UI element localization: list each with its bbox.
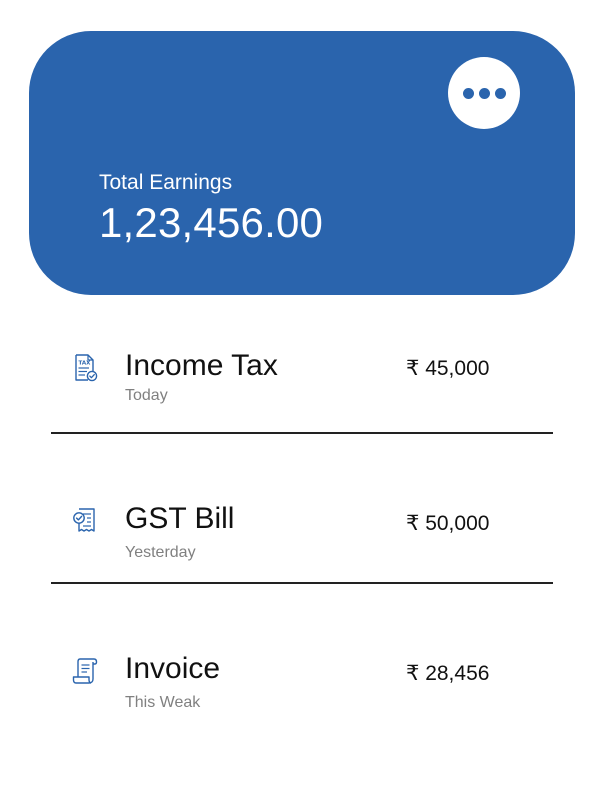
transaction-title: GST Bill [125, 502, 235, 535]
total-earnings-card: Total Earnings 1,23,456.00 [29, 31, 575, 295]
svg-text:TAX: TAX [79, 361, 92, 367]
transaction-amount: ₹ 28,456 [406, 662, 490, 685]
more-options-icon [462, 87, 474, 99]
transaction-item-gst-bill[interactable]: GST Bill Yesterday ₹ 50,000 [0, 498, 603, 588]
more-options-icon-dot [478, 87, 490, 99]
earnings-screen: Total Earnings 1,23,456.00 TAX Income Ta… [0, 0, 603, 800]
more-options-button[interactable] [448, 57, 520, 129]
divider [51, 432, 553, 434]
transaction-title: Income Tax [125, 349, 278, 382]
more-options-icon-dot [494, 87, 506, 99]
bill-document-icon [73, 508, 95, 532]
transaction-date: Today [125, 387, 168, 404]
transaction-amount: ₹ 45,000 [406, 357, 490, 380]
total-earnings-label: Total Earnings [99, 171, 233, 194]
invoice-scroll-icon [72, 658, 98, 684]
transaction-date: This Weak [125, 694, 201, 711]
transaction-item-invoice[interactable]: Invoice This Weak ₹ 28,456 [0, 648, 603, 738]
transaction-item-income-tax[interactable]: TAX Income Tax Today ₹ 45,000 [0, 345, 603, 435]
tax-document-icon: TAX [75, 354, 98, 382]
total-earnings-value: 1,23,456.00 [99, 199, 324, 246]
divider [51, 582, 553, 584]
transaction-date: Yesterday [125, 544, 196, 561]
transaction-amount: ₹ 50,000 [406, 512, 490, 535]
transaction-title: Invoice [125, 652, 221, 685]
